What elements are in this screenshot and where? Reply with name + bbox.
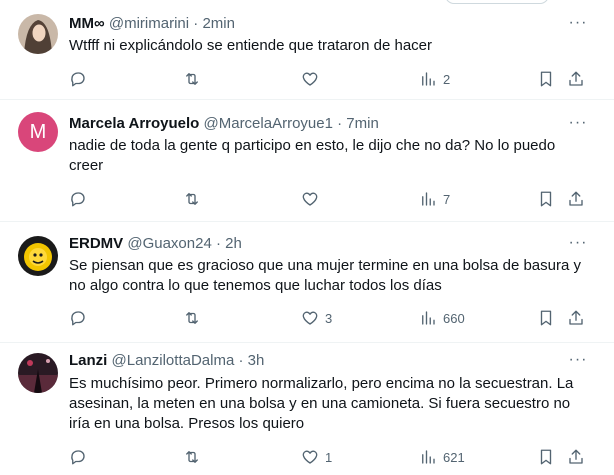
- timestamp[interactable]: 3h: [248, 352, 265, 369]
- retweet-button[interactable]: [183, 308, 207, 328]
- share-button[interactable]: [567, 308, 585, 328]
- bookmark-button[interactable]: [537, 69, 555, 89]
- separator-dot: ·: [215, 235, 221, 252]
- retweet-button[interactable]: [183, 189, 207, 209]
- tweet-header: Marcela Arroyuelo @MarcelaArroyue1 · 7mi…: [69, 114, 379, 134]
- display-name[interactable]: MM∞: [69, 15, 105, 32]
- avatar-initial: M: [29, 120, 47, 143]
- like-count: 1: [325, 449, 333, 465]
- views-button[interactable]: 7: [419, 189, 450, 209]
- heart-icon: [302, 450, 318, 464]
- share-button[interactable]: [567, 189, 585, 209]
- user-handle[interactable]: @MarcelaArroyue1: [204, 115, 333, 132]
- avatar-cartoon-icon: [18, 236, 58, 276]
- avatar[interactable]: [18, 353, 58, 393]
- views-button[interactable]: 660: [419, 308, 465, 328]
- retweet-icon: [186, 73, 198, 85]
- user-handle[interactable]: @LanzilottaDalma: [112, 352, 235, 369]
- bookmark-icon: [540, 71, 552, 87]
- timestamp[interactable]: 2h: [225, 235, 242, 252]
- more-options-icon[interactable]: ···: [568, 235, 588, 254]
- avatar[interactable]: M: [18, 112, 58, 152]
- heart-icon: [302, 311, 318, 325]
- tweet[interactable]: M Marcela Arroyuelo @MarcelaArroyue1 · 7…: [0, 100, 614, 222]
- reply-button[interactable]: [69, 189, 87, 209]
- views-button[interactable]: 621: [419, 447, 465, 467]
- reply-icon: [71, 450, 85, 465]
- retweet-button[interactable]: [183, 69, 207, 89]
- like-button[interactable]: [301, 69, 325, 89]
- action-bar: 7: [69, 189, 589, 209]
- reply-icon: [71, 72, 85, 87]
- avatar-photo-icon: [18, 14, 58, 54]
- share-icon: [569, 191, 583, 206]
- display-name[interactable]: ERDMV: [69, 235, 123, 252]
- reply-button[interactable]: [69, 308, 87, 328]
- views-count: 7: [443, 191, 451, 207]
- reply-button[interactable]: [69, 69, 87, 89]
- separator-dot: ·: [238, 352, 244, 369]
- heart-icon: [302, 72, 318, 86]
- bookmark-icon: [540, 310, 552, 326]
- tweet[interactable]: ERDMV @Guaxon24 · 2h ··· Se piensan que …: [0, 222, 614, 343]
- action-bar: 3 660: [69, 308, 589, 328]
- views-count: 660: [443, 310, 465, 326]
- tweet[interactable]: MM∞ @mirimarini · 2min ··· Wtfff ni expl…: [0, 0, 614, 100]
- retweet-icon: [186, 193, 198, 205]
- views-chart-icon: [422, 192, 435, 206]
- separator-dot: ·: [337, 115, 343, 132]
- tweet[interactable]: Lanzi @LanzilottaDalma · 3h ··· Es muchí…: [0, 343, 614, 475]
- like-button[interactable]: 1: [301, 447, 332, 467]
- more-options-icon[interactable]: ···: [568, 15, 588, 34]
- like-count: 3: [325, 310, 333, 326]
- display-name[interactable]: Lanzi: [69, 352, 107, 369]
- tweet-header: MM∞ @mirimarini · 2min: [69, 14, 235, 34]
- avatar-photo-icon: [18, 353, 58, 393]
- bookmark-icon: [540, 191, 552, 207]
- reply-icon: [71, 192, 85, 207]
- bookmark-button[interactable]: [537, 189, 555, 209]
- views-chart-icon: [422, 311, 435, 325]
- tweet-text: nadie de toda la gente q participo en es…: [69, 137, 556, 174]
- share-icon: [569, 71, 583, 86]
- action-bar: 1 621: [69, 447, 589, 467]
- timestamp[interactable]: 2min: [202, 15, 235, 32]
- retweet-icon: [186, 451, 198, 463]
- tweet-text: Se piensan que es gracioso que una mujer…: [69, 257, 581, 294]
- retweet-button[interactable]: [183, 447, 207, 467]
- like-button[interactable]: [301, 189, 325, 209]
- views-count: 621: [443, 449, 465, 465]
- share-button[interactable]: [567, 69, 585, 89]
- reply-button[interactable]: [69, 447, 87, 467]
- user-handle[interactable]: @Guaxon24: [127, 235, 211, 252]
- more-options-icon[interactable]: ···: [568, 115, 588, 134]
- display-name[interactable]: Marcela Arroyuelo: [69, 115, 199, 132]
- tweet-header: Lanzi @LanzilottaDalma · 3h: [69, 351, 264, 371]
- bookmark-icon: [540, 449, 552, 465]
- tweet-text: Es muchísimo peor. Primero normalizarlo,…: [69, 375, 574, 432]
- action-bar: 2: [69, 69, 589, 89]
- tweet-text: Wtfff ni explicándolo se entiende que tr…: [69, 37, 433, 54]
- timestamp[interactable]: 7min: [346, 115, 379, 132]
- share-icon: [569, 449, 583, 464]
- views-chart-icon: [422, 450, 435, 464]
- bookmark-button[interactable]: [537, 308, 555, 328]
- share-button[interactable]: [567, 447, 585, 467]
- views-count: 2: [443, 71, 451, 87]
- views-button[interactable]: 2: [419, 69, 450, 89]
- separator-dot: ·: [193, 15, 199, 32]
- heart-icon: [302, 192, 318, 206]
- user-handle[interactable]: @mirimarini: [109, 15, 189, 32]
- tweet-header: ERDMV @Guaxon24 · 2h: [69, 234, 242, 254]
- avatar[interactable]: [18, 14, 58, 54]
- more-options-icon[interactable]: ···: [568, 352, 588, 371]
- views-chart-icon: [422, 72, 435, 86]
- share-icon: [569, 310, 583, 325]
- like-button[interactable]: 3: [301, 308, 332, 328]
- retweet-icon: [186, 312, 198, 324]
- avatar[interactable]: [18, 236, 58, 276]
- reply-icon: [71, 311, 85, 326]
- bookmark-button[interactable]: [537, 447, 555, 467]
